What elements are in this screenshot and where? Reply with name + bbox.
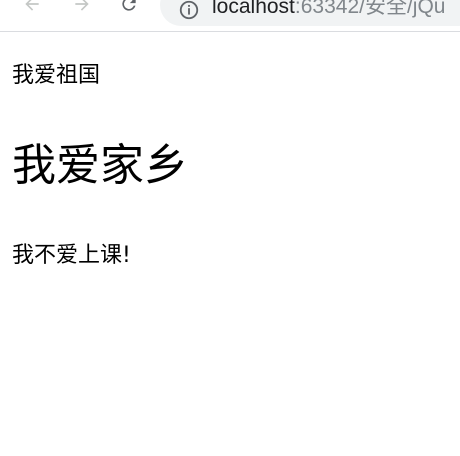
forward-button[interactable] bbox=[66, 0, 98, 20]
url-text[interactable]: localhost:63342/安全/jQu bbox=[212, 0, 445, 20]
browser-toolbar: localhost:63342/安全/jQu bbox=[0, 0, 460, 32]
reload-icon bbox=[122, 0, 136, 11]
text-line-3: 我不爱上课! bbox=[12, 243, 131, 268]
forward-arrow-icon bbox=[75, 0, 89, 11]
reload-button[interactable] bbox=[113, 0, 145, 20]
address-bar[interactable]: localhost:63342/安全/jQu bbox=[160, 0, 460, 26]
back-arrow-icon bbox=[25, 0, 39, 11]
info-icon[interactable] bbox=[178, 0, 200, 21]
page-content: 我爱祖国 我爱家乡 我不爱上课! bbox=[0, 33, 460, 456]
back-button[interactable] bbox=[16, 0, 48, 20]
url-host: localhost bbox=[212, 0, 295, 18]
page-heading: 我爱家乡 bbox=[12, 140, 188, 191]
text-line-1: 我爱祖国 bbox=[12, 63, 101, 88]
url-path: :63342/安全/jQu bbox=[294, 0, 446, 18]
